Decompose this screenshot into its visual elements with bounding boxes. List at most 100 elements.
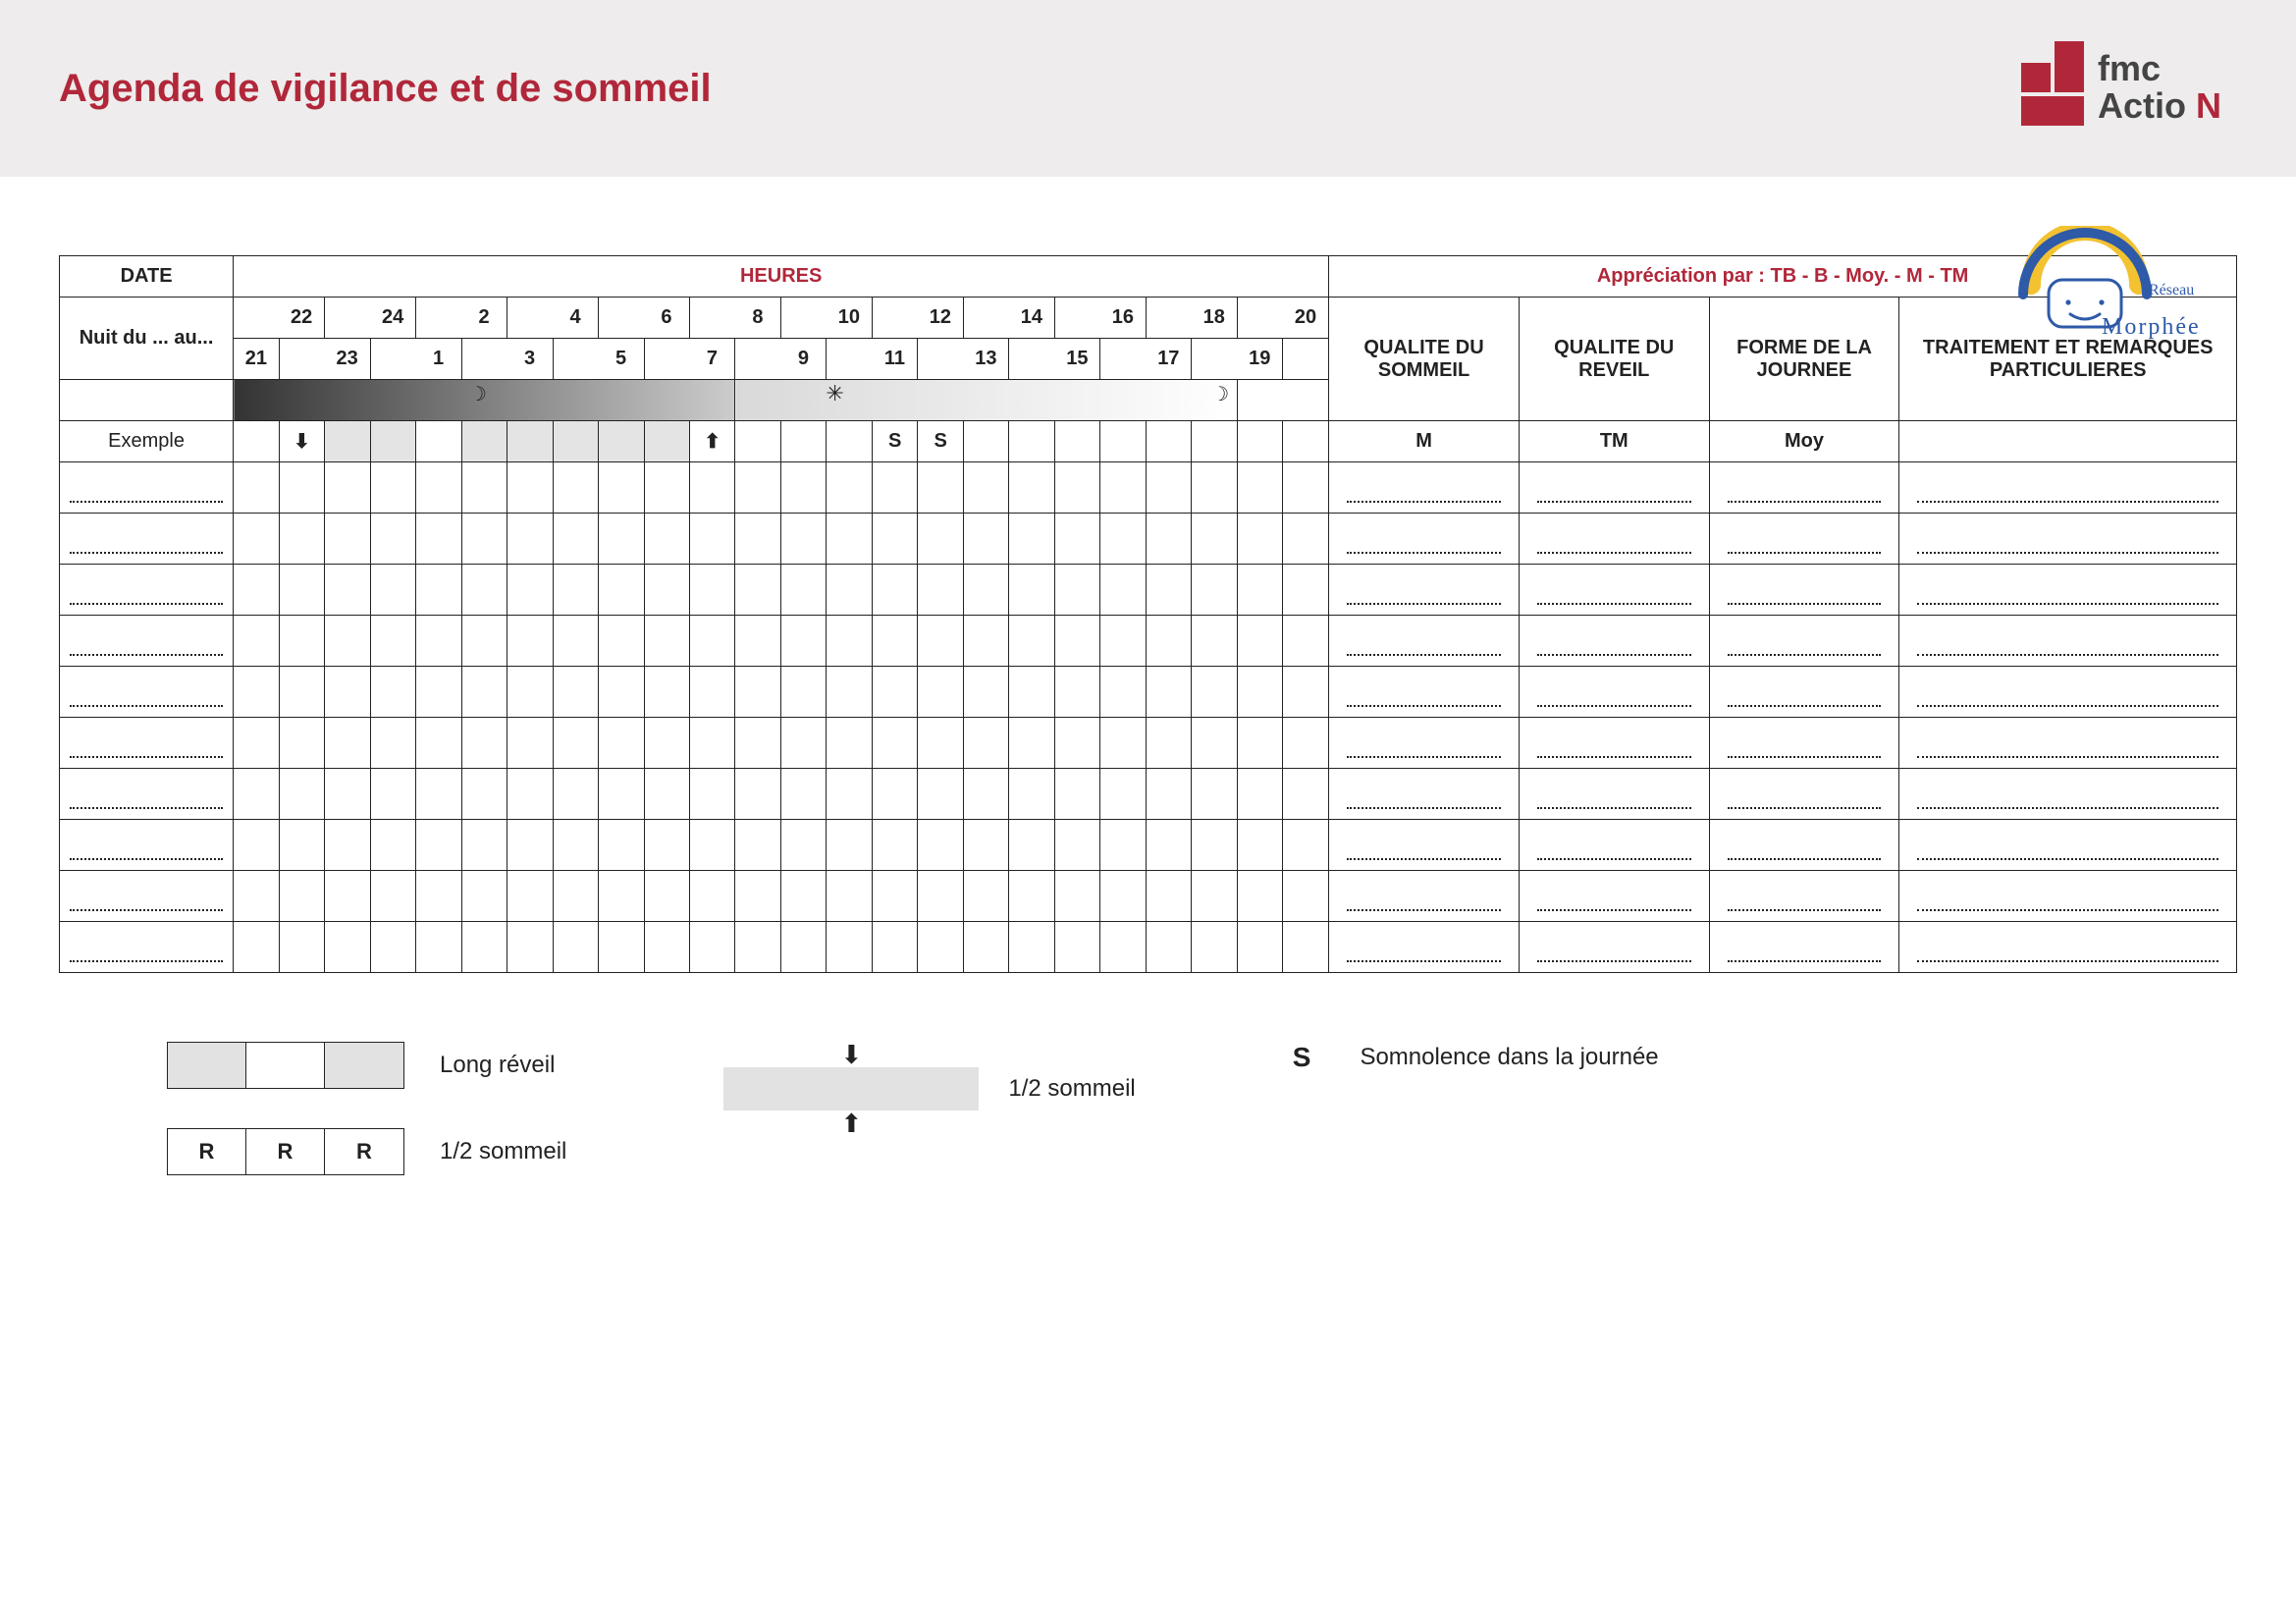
hour-cell[interactable] <box>644 514 689 565</box>
hour-cell[interactable] <box>1009 718 1054 769</box>
hour-cell[interactable] <box>599 769 644 820</box>
hour-cell[interactable] <box>1009 565 1054 616</box>
hour-cell[interactable] <box>1237 769 1282 820</box>
hour-cell[interactable] <box>370 514 415 565</box>
hour-cell[interactable] <box>1192 462 1237 514</box>
appreciation-cell[interactable] <box>1709 922 1899 973</box>
table-row[interactable] <box>60 820 2237 871</box>
hour-cell[interactable] <box>599 514 644 565</box>
date-cell[interactable] <box>60 565 234 616</box>
hour-cell[interactable] <box>599 565 644 616</box>
hour-cell[interactable] <box>234 922 279 973</box>
hour-cell[interactable] <box>872 462 917 514</box>
hour-cell[interactable] <box>553 922 598 973</box>
appreciation-cell[interactable] <box>1329 820 1520 871</box>
date-cell[interactable] <box>60 922 234 973</box>
hour-cell[interactable] <box>507 820 553 871</box>
hour-cell[interactable] <box>872 565 917 616</box>
hour-cell[interactable] <box>370 769 415 820</box>
hour-cell[interactable] <box>735 922 780 973</box>
hour-cell[interactable] <box>689 820 734 871</box>
hour-cell[interactable] <box>872 667 917 718</box>
hour-cell[interactable] <box>644 718 689 769</box>
table-row[interactable] <box>60 871 2237 922</box>
hour-cell[interactable] <box>1009 514 1054 565</box>
hour-cell[interactable] <box>553 871 598 922</box>
hour-cell[interactable] <box>507 871 553 922</box>
hour-cell[interactable] <box>1054 514 1099 565</box>
hour-cell[interactable] <box>735 769 780 820</box>
hour-cell[interactable] <box>872 616 917 667</box>
hour-cell[interactable] <box>279 514 324 565</box>
appreciation-cell[interactable] <box>1709 718 1899 769</box>
hour-cell[interactable] <box>461 667 507 718</box>
hour-cell[interactable] <box>599 616 644 667</box>
hour-cell[interactable] <box>1100 718 1146 769</box>
hour-cell[interactable] <box>1283 718 1329 769</box>
hour-cell[interactable] <box>1283 922 1329 973</box>
table-row[interactable] <box>60 514 2237 565</box>
appreciation-cell[interactable] <box>1329 616 1520 667</box>
hour-cell[interactable] <box>416 514 461 565</box>
appreciation-cell[interactable] <box>1899 514 2237 565</box>
hour-cell[interactable] <box>827 922 872 973</box>
hour-cell[interactable] <box>735 667 780 718</box>
hour-cell[interactable] <box>689 667 734 718</box>
hour-cell[interactable] <box>370 820 415 871</box>
hour-cell[interactable] <box>507 922 553 973</box>
hour-cell[interactable] <box>735 871 780 922</box>
hour-cell[interactable] <box>234 667 279 718</box>
hour-cell[interactable] <box>416 718 461 769</box>
hour-cell[interactable] <box>918 514 963 565</box>
hour-cell[interactable] <box>234 514 279 565</box>
hour-cell[interactable] <box>1237 514 1282 565</box>
hour-cell[interactable] <box>1237 616 1282 667</box>
hour-cell[interactable] <box>1146 514 1191 565</box>
table-row[interactable] <box>60 769 2237 820</box>
appreciation-cell[interactable] <box>1519 462 1709 514</box>
hour-cell[interactable] <box>461 769 507 820</box>
hour-cell[interactable] <box>644 820 689 871</box>
hour-cell[interactable] <box>325 616 370 667</box>
hour-cell[interactable] <box>370 922 415 973</box>
hour-cell[interactable] <box>1100 871 1146 922</box>
hour-cell[interactable] <box>780 616 826 667</box>
hour-cell[interactable] <box>872 718 917 769</box>
hour-cell[interactable] <box>918 922 963 973</box>
hour-cell[interactable] <box>279 820 324 871</box>
hour-cell[interactable] <box>553 514 598 565</box>
hour-cell[interactable] <box>963 616 1008 667</box>
hour-cell[interactable] <box>416 667 461 718</box>
appreciation-cell[interactable] <box>1329 718 1520 769</box>
hour-cell[interactable] <box>1283 667 1329 718</box>
date-cell[interactable] <box>60 718 234 769</box>
appreciation-cell[interactable] <box>1899 667 2237 718</box>
hour-cell[interactable] <box>1009 667 1054 718</box>
appreciation-cell[interactable] <box>1709 514 1899 565</box>
hour-cell[interactable] <box>735 616 780 667</box>
hour-cell[interactable] <box>370 616 415 667</box>
hour-cell[interactable] <box>325 820 370 871</box>
hour-cell[interactable] <box>553 667 598 718</box>
hour-cell[interactable] <box>279 718 324 769</box>
appreciation-cell[interactable] <box>1899 718 2237 769</box>
hour-cell[interactable] <box>735 820 780 871</box>
hour-cell[interactable] <box>1146 871 1191 922</box>
hour-cell[interactable] <box>780 871 826 922</box>
hour-cell[interactable] <box>325 565 370 616</box>
hour-cell[interactable] <box>1283 616 1329 667</box>
appreciation-cell[interactable] <box>1329 922 1520 973</box>
hour-cell[interactable] <box>918 718 963 769</box>
hour-cell[interactable] <box>325 718 370 769</box>
hour-cell[interactable] <box>599 462 644 514</box>
hour-cell[interactable] <box>918 871 963 922</box>
hour-cell[interactable] <box>644 667 689 718</box>
hour-cell[interactable] <box>325 769 370 820</box>
hour-cell[interactable] <box>1237 718 1282 769</box>
hour-cell[interactable] <box>827 565 872 616</box>
hour-cell[interactable] <box>279 462 324 514</box>
hour-cell[interactable] <box>827 462 872 514</box>
hour-cell[interactable] <box>1054 922 1099 973</box>
date-cell[interactable] <box>60 616 234 667</box>
hour-cell[interactable] <box>553 718 598 769</box>
